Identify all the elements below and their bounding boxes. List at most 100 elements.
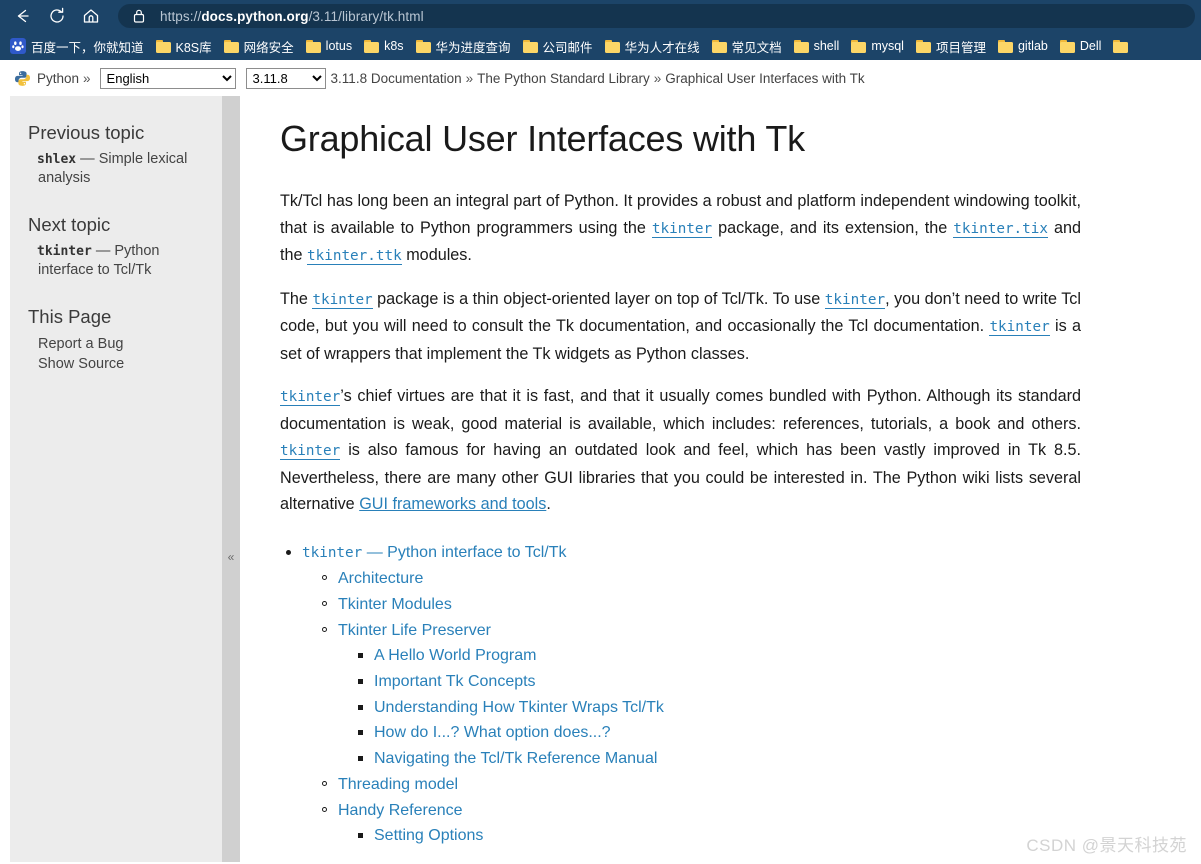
toc-row: Tkinter Modules [338,596,452,613]
bookmark-item-overflow[interactable] [1107,34,1139,58]
tkinter-link[interactable]: tkinter [280,443,341,460]
toc-link-setting-options[interactable]: Setting Options [374,827,483,844]
bookmark-item[interactable]: 网络安全 [218,34,300,58]
sidebar-previous-topic[interactable]: shlex — Simple lexical analysis [28,150,202,188]
toc-link-text: — Python interface to Tcl/Tk [362,543,567,561]
show-source-link[interactable]: Show Source [38,356,124,372]
paragraph-text: modules. [401,246,472,264]
url-host: docs.python.org [201,8,309,24]
bookmark-label: 公司邮件 [542,40,593,55]
report-a-bug-link[interactable]: Report a Bug [38,336,123,352]
url-scheme: https:// [160,8,202,24]
bookmark-item[interactable]: 百度一下，你就知道 [4,34,150,58]
bookmark-item[interactable]: 常见文档 [706,34,788,58]
reload-icon [50,7,64,23]
bookmark-item[interactable]: k8s [358,34,409,58]
breadcrumb-docs-link[interactable]: 3.11.8 Documentation [331,71,462,86]
bookmark-label: 华为人才在线 [624,40,700,55]
bookmark-item[interactable]: shell [788,34,846,58]
toc-link-a-hello-world-program[interactable]: A Hello World Program [374,647,536,664]
home-button[interactable] [74,2,108,30]
list-item[interactable]: Show Source [38,354,202,374]
home-icon [83,9,99,23]
reload-button[interactable] [40,2,74,30]
browser-toolbar: https://docs.python.org/3.11/library/tk.… [0,0,1201,32]
toc-link-tkinter-modules[interactable]: Tkinter Modules [338,596,452,613]
toc-row: Tkinter Life Preserver [338,622,491,639]
list-item[interactable]: Report a Bug [38,334,202,354]
table-of-contents: tkinter — Python interface to Tcl/Tk Arc… [280,540,1081,849]
toc-sublist: Architecture Tkinter Modules Tkinter Lif… [302,566,1081,849]
toc-link-tkinter-life-preserver[interactable]: Tkinter Life Preserver [338,622,491,639]
toc-row: A Hello World Program [374,647,536,664]
folder-icon [522,39,538,53]
toc-link-how-do-i-what-option-does[interactable]: How do I...? What option does...? [374,724,611,741]
paragraph-text: package, and its extension, the [712,218,954,237]
back-arrow-icon [17,9,29,23]
toc-row: Handy Reference [338,802,463,819]
bookmark-item[interactable]: 华为进度查询 [410,34,517,58]
back-button[interactable] [6,2,40,30]
bookmark-label: mysql [871,39,904,53]
toc-link-understanding-how-tkinter-wraps-tcltk[interactable]: Understanding How Tkinter Wraps Tcl/Tk [374,699,664,716]
sidebar-collapse-strip[interactable]: « [222,96,240,862]
tkinter-link[interactable]: tkinter [280,389,341,406]
bookmark-label: K8S库 [175,40,212,55]
toc-row: Architecture [338,570,423,587]
toc-link-code: tkinter [302,544,363,561]
tkinter-link[interactable]: tkinter [312,291,373,309]
bookmark-label: lotus [325,39,353,53]
toc-link-architecture[interactable]: Architecture [338,570,423,587]
toc-link-tkinter[interactable]: tkinter — Python interface to Tcl/Tk [302,544,567,561]
bookmark-label: 网络安全 [243,40,294,55]
bookmark-item[interactable]: lotus [300,34,358,58]
folder-icon [223,39,239,53]
bookmark-item[interactable]: 华为人才在线 [599,34,706,58]
toc-link-threading-model[interactable]: Threading model [338,776,458,793]
page-body: Previous topic shlex — Simple lexical an… [0,96,1201,862]
toc-item: Navigating the Tcl/Tk Reference Manual [374,746,1081,772]
breadcrumb: Python » English 3.11.8 3.11.8 Documenta… [0,60,1201,96]
toc-item: Understanding How Tkinter Wraps Tcl/Tk [374,695,1081,721]
toc-item: Setting Options [374,823,1081,849]
breadcrumb-stdlib-link[interactable]: The Python Standard Library [477,71,650,86]
tkinter-tix-link[interactable]: tkinter.tix [953,220,1048,238]
folder-icon [604,39,620,53]
gui-frameworks-and-tools-link[interactable]: GUI frameworks and tools [359,495,546,513]
folder-icon [711,39,727,53]
toc-link-navigating-the-tcltk-reference-manual[interactable]: Navigating the Tcl/Tk Reference Manual [374,750,657,767]
tkinter-ttk-link[interactable]: tkinter.ttk [307,248,402,265]
bookmark-item[interactable]: K8S库 [150,34,218,58]
address-bar[interactable]: https://docs.python.org/3.11/library/tk.… [118,4,1195,28]
breadcrumb-python-link[interactable]: Python [37,71,79,86]
folder-icon [915,39,931,53]
tkinter-link[interactable]: tkinter [824,291,886,309]
toc-row: tkinter — Python interface to Tcl/Tk [302,544,567,561]
folder-icon [997,39,1013,53]
toc-link-handy-reference[interactable]: Handy Reference [338,802,463,819]
bookmark-item[interactable]: mysql [845,34,910,58]
toc-item: Important Tk Concepts [374,669,1081,695]
sidebar-next-topic-title: Next topic [28,214,111,235]
bookmark-item[interactable]: Dell [1054,34,1108,58]
sidebar: Previous topic shlex — Simple lexical an… [10,96,222,862]
second-paragraph: The tkinter package is a thin object-ori… [280,286,1081,368]
toc-link-important-tk-concepts[interactable]: Important Tk Concepts [374,673,536,690]
language-select[interactable]: English [99,67,236,89]
url-path: /3.11/library/tk.html [308,8,424,24]
bookmark-label: Dell [1079,39,1102,53]
python-logo-icon [14,70,31,87]
tkinter-link[interactable]: tkinter [989,319,1050,336]
bookmark-item[interactable]: 公司邮件 [517,34,599,58]
sidebar-next-topic[interactable]: tkinter — Python interface to Tcl/Tk [28,242,202,280]
version-select[interactable]: 3.11.8 [245,67,326,89]
tkinter-link[interactable]: tkinter [651,220,713,238]
toc-item: Threading model [338,772,1081,798]
bookmark-item[interactable]: gitlab [992,34,1054,58]
collapse-sidebar-icon[interactable]: « [222,551,240,563]
breadcrumb-separator: » [653,70,662,86]
toc-sublist: Setting Options [338,823,1081,849]
bookmark-item[interactable]: 项目管理 [910,34,992,58]
toc-item: How do I...? What option does...? [374,720,1081,746]
bookmark-label: 华为进度查询 [435,40,511,55]
